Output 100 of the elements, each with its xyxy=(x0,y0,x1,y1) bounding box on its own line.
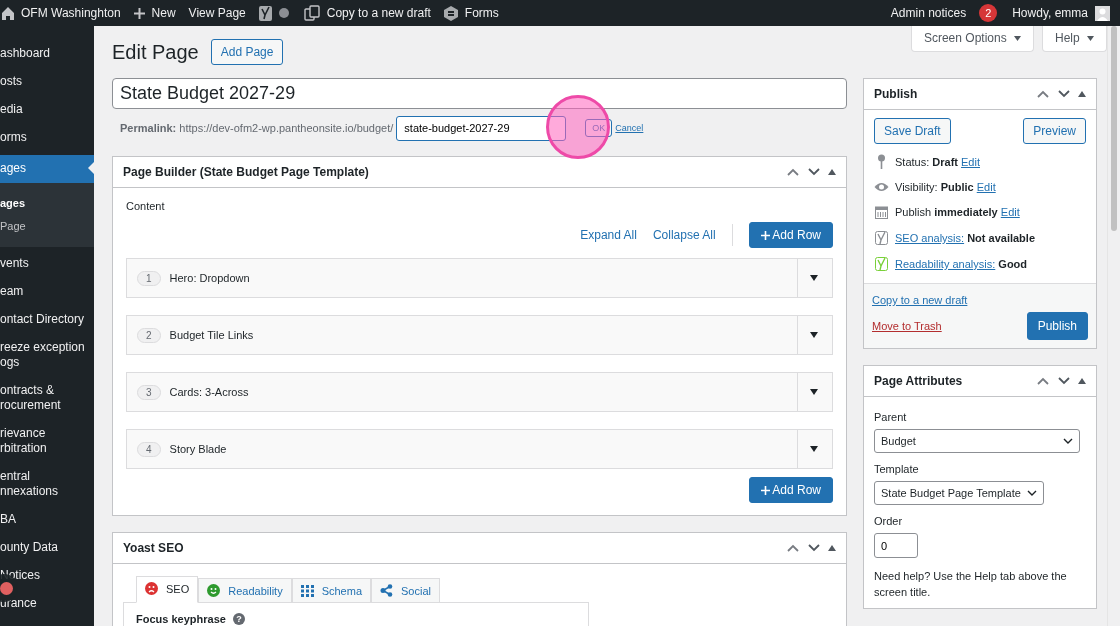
add-row-button[interactable]: Add Row xyxy=(748,477,833,503)
new-link[interactable]: New xyxy=(151,6,176,20)
smiley-face-icon xyxy=(207,584,221,597)
chevron-icon xyxy=(1063,438,1073,444)
panel-title: Publish xyxy=(874,87,919,101)
menu-item[interactable]: ages xyxy=(0,155,94,183)
edit-link[interactable]: Edit xyxy=(1000,206,1020,218)
move-down-icon[interactable] xyxy=(807,167,821,177)
collapse-icon[interactable] xyxy=(828,545,836,551)
plus-icon[interactable] xyxy=(133,7,145,19)
yoast-logo-icon[interactable] xyxy=(258,5,272,21)
publish-info-text: Publish immediately Edit xyxy=(895,206,1020,218)
layout-row[interactable]: 2 Budget Tile Links xyxy=(126,315,833,355)
home-icon[interactable] xyxy=(2,6,14,20)
menu-item[interactable]: reeze exception ogs xyxy=(0,340,90,370)
dropdown-caret-icon[interactable] xyxy=(810,275,818,281)
permalink-text: Permalink: https://dev-ofm2-wp.pantheonsite.io/budget/ xyxy=(120,122,394,134)
cancel-link[interactable]: Cancel xyxy=(615,123,644,133)
save-draft-button[interactable]: Save Draft xyxy=(874,118,951,144)
row-title: Budget Tile Links xyxy=(169,329,254,341)
menu-item[interactable]: ontact Directory xyxy=(0,312,85,327)
menu-item[interactable]: ashboard xyxy=(0,46,51,61)
account-link[interactable]: Howdy, emma xyxy=(1012,6,1088,20)
move-down-icon[interactable] xyxy=(807,543,821,553)
trash-link[interactable]: Move to Trash xyxy=(872,320,942,332)
menu-item[interactable]: ontracts & rocurement xyxy=(0,383,90,413)
template-select[interactable]: State Budget Page Template xyxy=(874,481,1044,505)
parent-select[interactable]: Budget xyxy=(874,429,1080,453)
view-page-link[interactable]: View Page xyxy=(188,6,246,20)
analysis-text: Readability analysis: Good xyxy=(895,258,1028,270)
dropdown-caret-icon[interactable] xyxy=(810,446,818,452)
yoast-tab[interactable]: SEO xyxy=(136,576,199,603)
move-up-icon[interactable] xyxy=(1036,376,1050,386)
menu-item[interactable]: eam xyxy=(0,284,24,299)
yoast-tab[interactable]: Schema xyxy=(291,578,371,603)
order-field[interactable]: 0 xyxy=(874,533,918,558)
dropdown-triangle-icon xyxy=(1014,36,1021,42)
field-label: Content xyxy=(126,200,166,212)
move-up-icon[interactable] xyxy=(786,167,800,177)
layout-row[interactable]: 4 Story Blade xyxy=(126,429,833,469)
row-title: Story Blade xyxy=(169,443,227,455)
move-up-icon[interactable] xyxy=(1036,89,1050,99)
menu-item[interactable]: rievance rbitration xyxy=(0,426,90,456)
expand-all-link[interactable]: Expand All xyxy=(580,228,637,242)
submenu-item[interactable]: Page xyxy=(0,214,94,237)
status-dot-icon xyxy=(278,8,289,18)
move-down-icon[interactable] xyxy=(1057,89,1071,99)
edit-link[interactable]: Edit xyxy=(976,181,996,193)
row-number: 3 xyxy=(137,384,161,400)
admin-notices-link[interactable]: Admin notices xyxy=(890,6,967,20)
field-label: Parent xyxy=(874,411,908,423)
dropdown-caret-icon[interactable] xyxy=(810,332,818,338)
avatar-icon[interactable] xyxy=(1095,5,1110,21)
screen-tab-button[interactable]: Help xyxy=(1042,26,1107,52)
panel-title: Yoast SEO xyxy=(123,541,185,555)
screen-tab-button[interactable]: Screen Options xyxy=(910,26,1034,52)
scrollbar-thumb[interactable] xyxy=(1111,26,1117,231)
copy-pages-icon[interactable] xyxy=(303,5,320,21)
collapse-icon[interactable] xyxy=(1078,91,1086,97)
collapse-all-link[interactable]: Collapse All xyxy=(652,228,716,242)
preview-button[interactable]: Preview xyxy=(1023,118,1086,144)
copy-draft-link[interactable]: Copy to a new draft xyxy=(326,6,431,20)
menu-item[interactable]: vents xyxy=(0,256,29,271)
share-icon xyxy=(380,584,393,597)
panel-title: Page Attributes xyxy=(874,374,964,388)
menu-item[interactable]: BA xyxy=(0,512,16,527)
menu-item[interactable]: urance xyxy=(0,596,37,611)
menu-item[interactable]: osts xyxy=(0,74,22,89)
submenu-item[interactable]: ages xyxy=(0,191,94,214)
move-down-icon[interactable] xyxy=(1057,376,1071,386)
collapse-icon[interactable] xyxy=(1078,378,1086,384)
analysis-link[interactable]: Readability analysis: xyxy=(895,258,996,270)
add-page-button[interactable]: Add Page xyxy=(210,39,284,65)
plus-icon xyxy=(760,486,770,495)
copy-draft-link[interactable]: Copy to a new draft xyxy=(872,294,968,306)
title-field[interactable]: State Budget 2027-29 xyxy=(112,78,847,109)
add-row-button[interactable]: Add Row xyxy=(748,222,833,248)
slug-field[interactable]: state-budget-2027-29 xyxy=(396,115,567,141)
dropdown-caret-icon[interactable] xyxy=(810,389,818,395)
menu-item[interactable]: edia xyxy=(0,102,23,117)
yoast-tab[interactable]: Readability xyxy=(198,578,292,603)
forms-icon[interactable] xyxy=(443,5,458,21)
row-number: 1 xyxy=(137,270,161,286)
scrollbar[interactable] xyxy=(1107,26,1120,626)
layout-row[interactable]: 3 Cards: 3-Across xyxy=(126,372,833,412)
help-icon[interactable]: ? xyxy=(232,613,245,625)
menu-item[interactable]: orms xyxy=(0,130,27,145)
collapse-icon[interactable] xyxy=(828,169,836,175)
menu-item[interactable]: entral nnexations xyxy=(0,469,90,499)
yoast-tab[interactable]: Social xyxy=(371,578,440,603)
layout-row[interactable]: 1 Hero: Dropdown xyxy=(126,258,833,298)
publish-button[interactable]: Publish xyxy=(1026,312,1088,340)
forms-link[interactable]: Forms xyxy=(464,6,499,20)
menu-item[interactable]: ounty Data xyxy=(0,540,59,555)
site-name-link[interactable]: OFM Washinghton xyxy=(21,6,121,20)
menu-item[interactable]: Notices xyxy=(0,568,40,583)
edit-link[interactable]: Edit xyxy=(961,155,980,168)
move-up-icon[interactable] xyxy=(786,543,800,553)
field-label: Focus keyphrase xyxy=(136,613,226,625)
analysis-link[interactable]: SEO analysis: xyxy=(895,232,965,244)
